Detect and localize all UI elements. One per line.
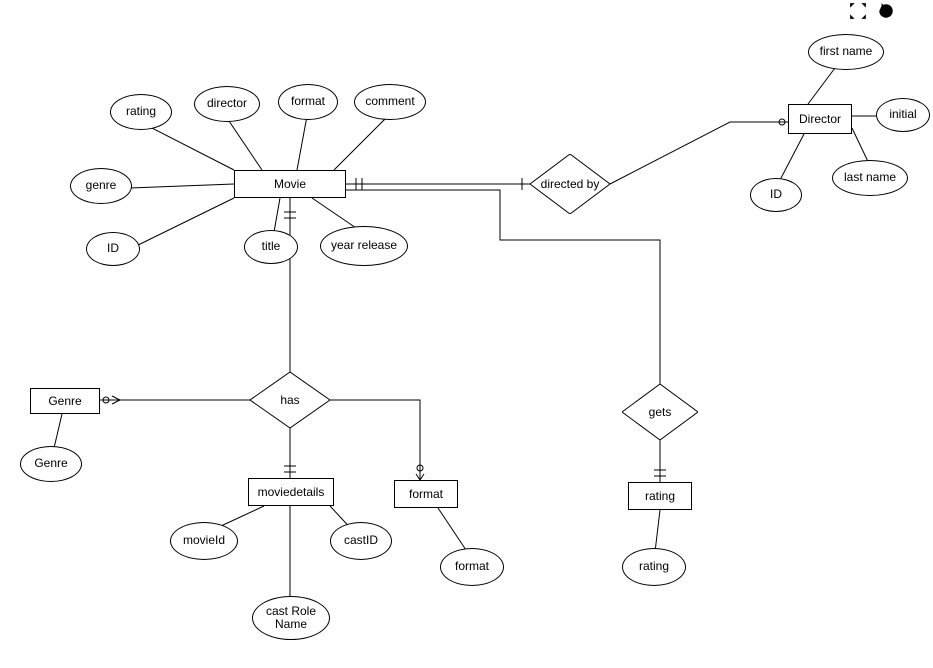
relationship-has[interactable]: has [250, 372, 330, 428]
entity-format[interactable]: format [394, 480, 458, 508]
attr-rating-rating-label: rating [639, 560, 669, 573]
entity-director[interactable]: Director [788, 104, 852, 134]
attr-moviedetails-movieid-label: movieId [183, 534, 225, 547]
entity-rating-label: rating [645, 489, 675, 503]
attr-director-first-name[interactable]: first name [808, 34, 884, 70]
entity-moviedetails[interactable]: moviedetails [248, 478, 334, 506]
attr-genre-genre[interactable]: Genre [20, 446, 82, 482]
attr-movie-genre-label: genre [86, 179, 117, 192]
relationship-directed-by[interactable]: directed by [530, 154, 610, 214]
relationship-directed-by-label: directed by [530, 154, 610, 214]
attr-format-format[interactable]: format [440, 548, 504, 586]
attr-movie-id[interactable]: ID [86, 232, 140, 266]
attr-movie-rating-label: rating [126, 105, 156, 118]
attr-director-id-label: ID [770, 188, 782, 201]
attr-movie-year-release-label: year release [331, 239, 397, 252]
attr-movie-genre[interactable]: genre [70, 168, 132, 204]
attr-format-format-label: format [455, 560, 489, 573]
attr-movie-format[interactable]: format [278, 84, 338, 120]
attr-movie-rating[interactable]: rating [110, 94, 172, 130]
entity-director-label: Director [799, 112, 841, 126]
attr-moviedetails-castid-label: castID [344, 534, 378, 547]
attr-genre-genre-label: Genre [34, 457, 67, 470]
attr-movie-director-label: director [207, 97, 247, 110]
er-diagram-canvas: Movie Director Genre moviedetails format… [0, 0, 933, 668]
attr-movie-comment[interactable]: comment [354, 84, 426, 120]
entity-movie[interactable]: Movie [234, 170, 346, 198]
attr-movie-year-release[interactable]: year release [320, 226, 408, 266]
toolbar [849, 2, 923, 20]
attr-moviedetails-cast-role-name[interactable]: cast Role Name [252, 596, 330, 640]
relationship-has-label: has [250, 372, 330, 428]
close-icon[interactable] [905, 2, 923, 20]
attr-director-first-name-label: first name [820, 45, 873, 58]
attr-movie-director[interactable]: director [194, 86, 260, 122]
attr-moviedetails-movieid[interactable]: movieId [170, 522, 238, 560]
relationship-gets-label: gets [622, 384, 698, 440]
relationship-gets[interactable]: gets [622, 384, 698, 440]
attr-director-initial[interactable]: initial [876, 98, 930, 132]
reset-icon[interactable] [877, 2, 895, 20]
entity-moviedetails-label: moviedetails [258, 485, 325, 499]
maximize-icon[interactable] [849, 2, 867, 20]
entity-genre[interactable]: Genre [30, 388, 100, 414]
attr-director-id[interactable]: ID [750, 178, 802, 212]
attr-rating-rating[interactable]: rating [622, 548, 686, 586]
attr-movie-format-label: format [291, 95, 325, 108]
entity-rating[interactable]: rating [628, 482, 692, 510]
entity-movie-label: Movie [274, 177, 306, 191]
attr-movie-title-label: title [262, 240, 281, 253]
attr-moviedetails-cast-role-name-label: cast Role Name [266, 605, 316, 631]
attr-director-last-name-label: last name [844, 171, 896, 184]
attr-moviedetails-castid[interactable]: castID [330, 522, 392, 560]
attr-movie-title[interactable]: title [244, 230, 298, 264]
attr-movie-id-label: ID [107, 242, 119, 255]
attr-director-initial-label: initial [889, 108, 916, 121]
entity-format-label: format [409, 487, 443, 501]
entity-genre-label: Genre [48, 394, 81, 408]
attr-director-last-name[interactable]: last name [832, 160, 908, 196]
attr-movie-comment-label: comment [365, 95, 414, 108]
